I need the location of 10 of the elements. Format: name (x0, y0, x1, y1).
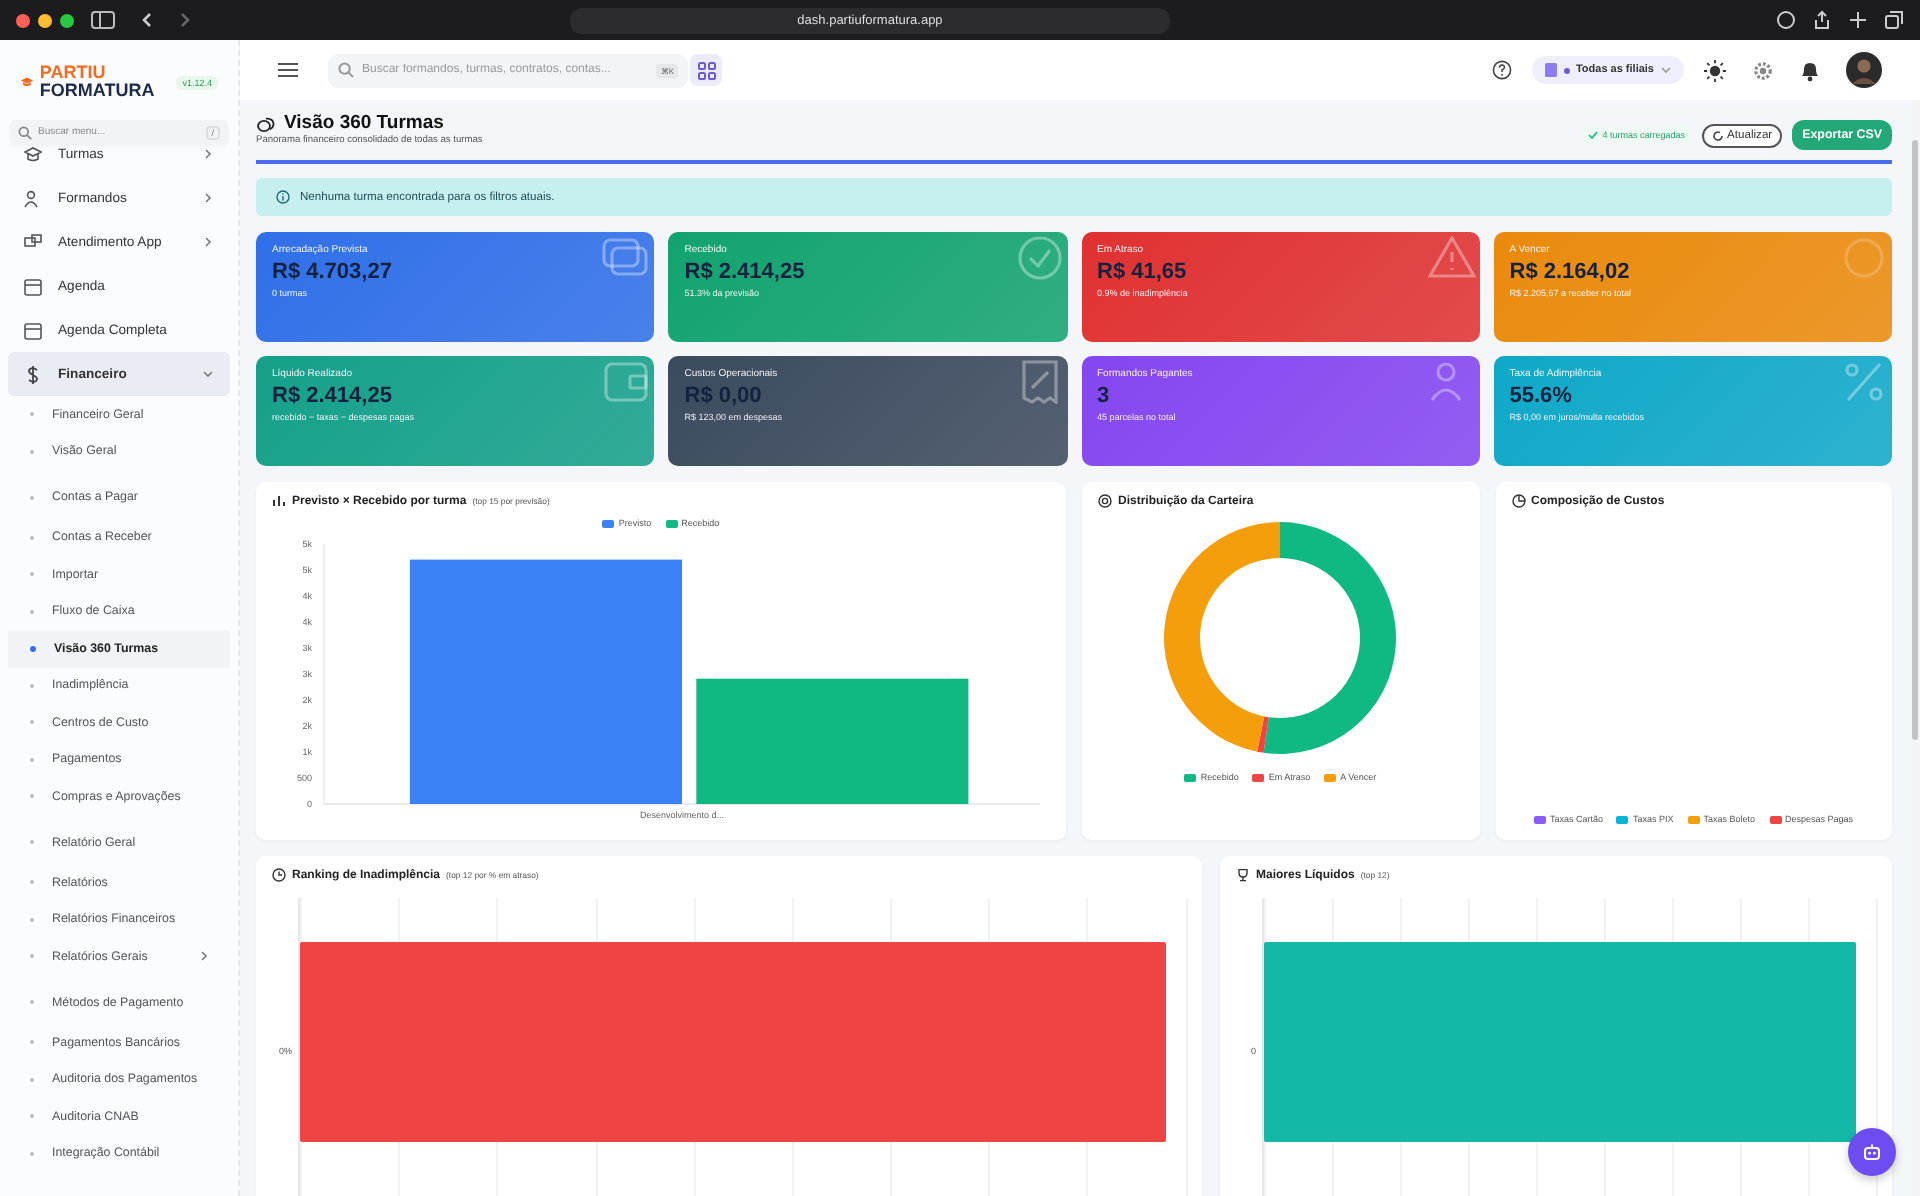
logo-text: PARTIU (39, 64, 108, 82)
logo-text: FORMATURA (39, 82, 155, 100)
card-value: R$ 2.414,25 (272, 384, 394, 408)
card-value: R$ 2.164,02 (1509, 260, 1632, 284)
card-value: R$ 41,65 (1097, 260, 1189, 284)
page-title: Visão 360 Turmas (284, 112, 444, 134)
card-value: 3 (1097, 384, 1112, 408)
card-value: R$ 2.414,25 (684, 260, 807, 284)
card-value: R$ 4.703,27 (272, 260, 394, 284)
card-value: 55.6% (1509, 384, 1574, 408)
